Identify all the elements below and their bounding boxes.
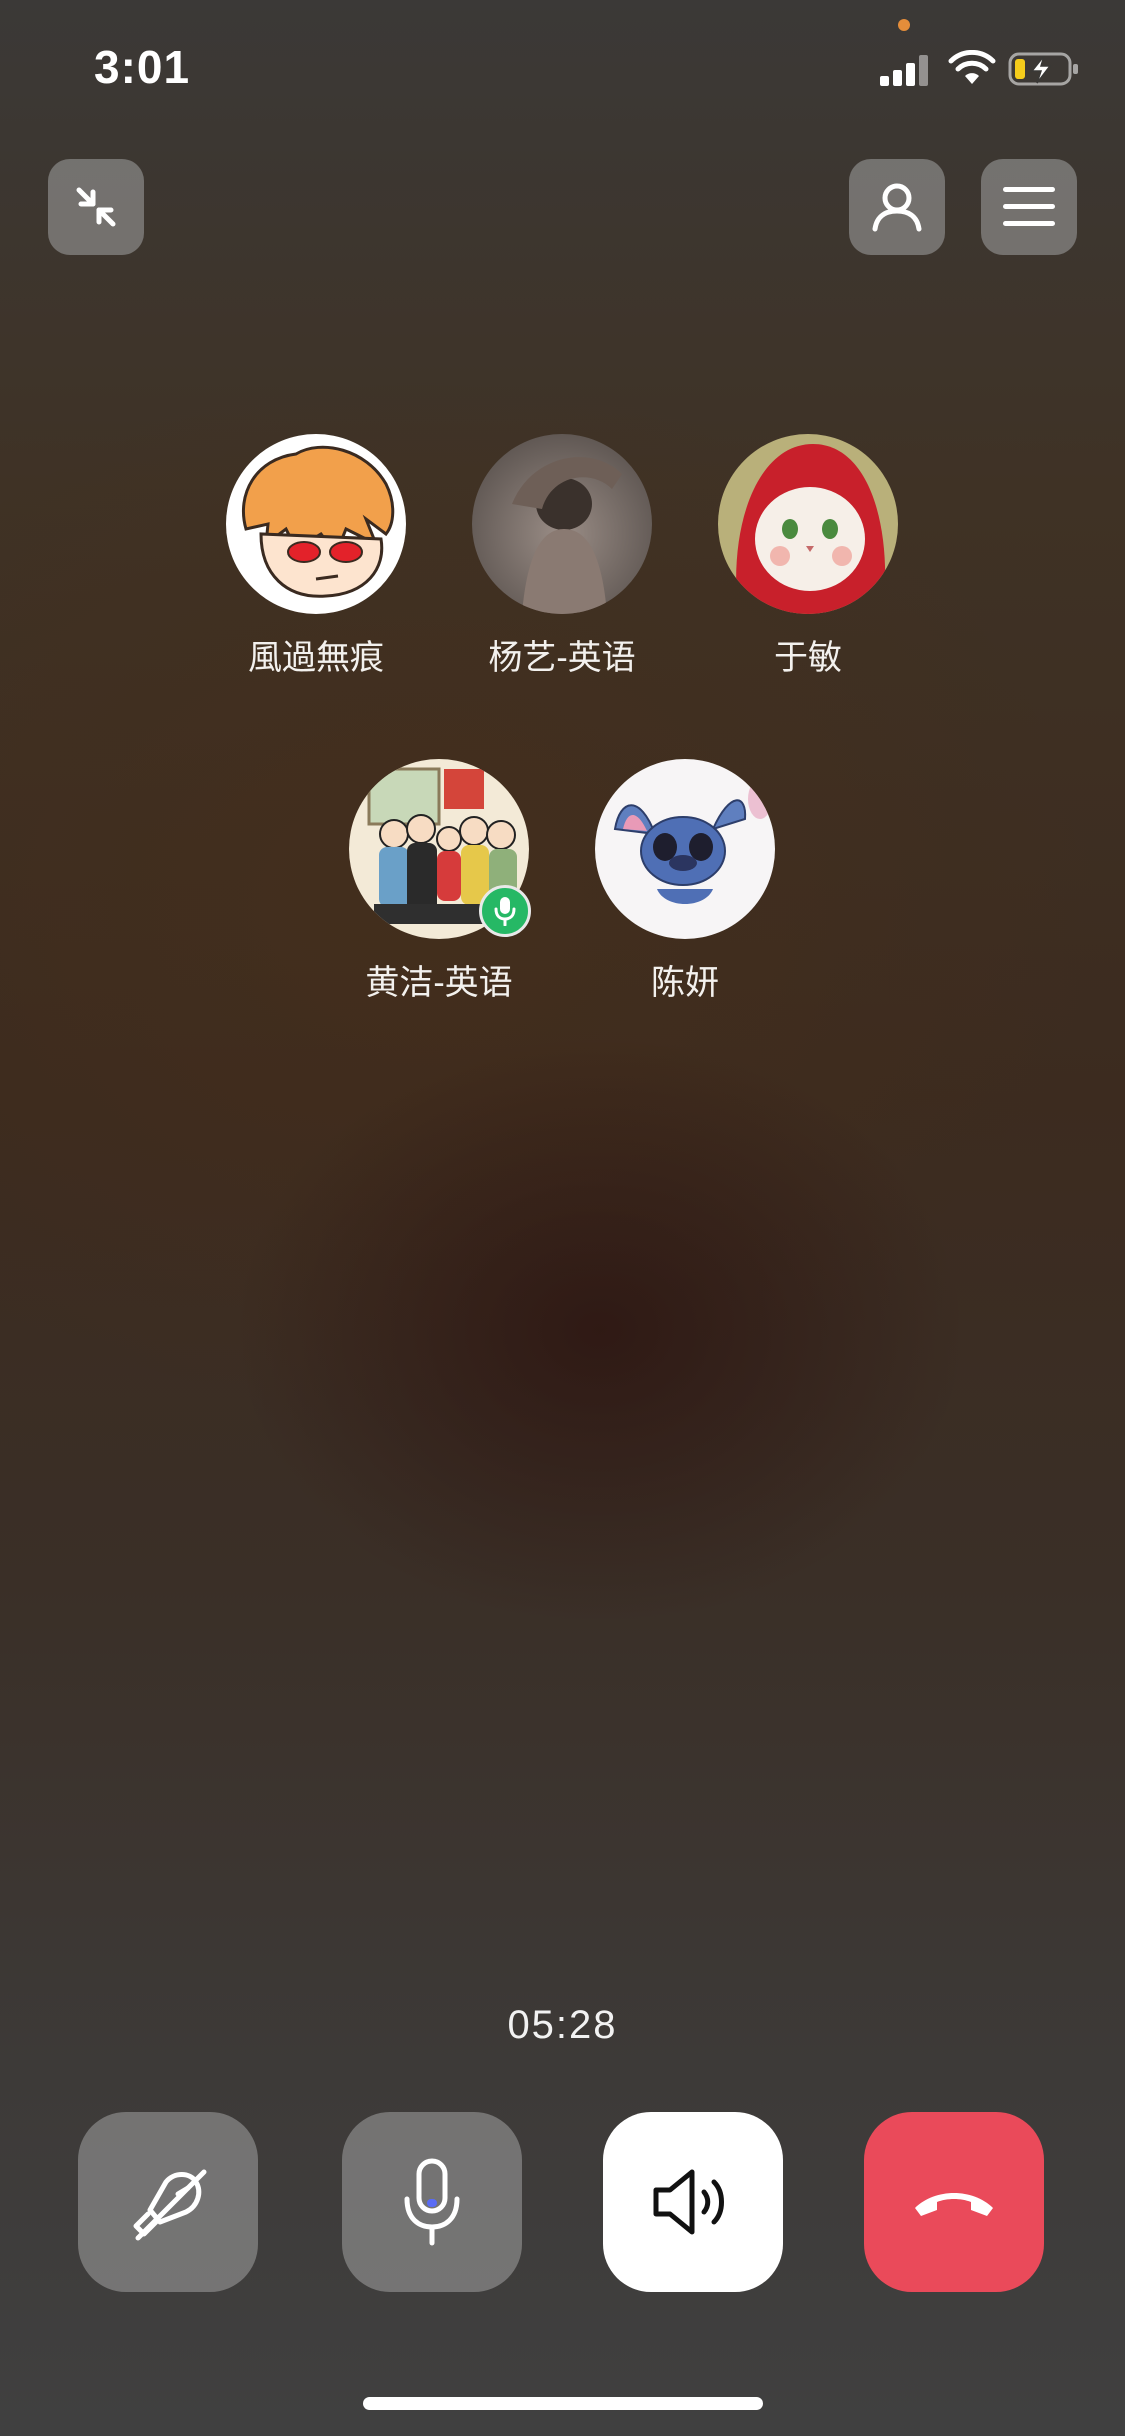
speaker-icon [653, 2169, 724, 2235]
cat-avatar [718, 434, 898, 614]
menu-button[interactable] [981, 159, 1077, 255]
status-bar: 3:01 [0, 0, 1125, 140]
participant-tile[interactable]: 陈妍 [562, 755, 808, 1004]
collapse-arrows-icon [76, 187, 116, 227]
person-icon [872, 183, 922, 232]
microphone-icon [494, 897, 516, 926]
participant-name: 杨艺-英语 [488, 639, 636, 677]
microphone-toggle-button[interactable] [342, 2112, 522, 2292]
photo-avatar [472, 434, 652, 614]
hamburger-menu-icon [1003, 187, 1055, 226]
camera-off-icon [133, 2169, 207, 2241]
cellular-signal-icon [880, 55, 928, 86]
participant-name: 陈妍 [651, 964, 719, 1002]
add-member-button[interactable] [849, 159, 945, 255]
participant-name: 黄洁-英语 [365, 964, 513, 1002]
home-indicator[interactable] [363, 2397, 763, 2410]
participant-tile[interactable]: 黄洁-英语 [316, 755, 562, 1004]
family-cartoon-avatar [349, 759, 531, 939]
battery-charging-icon [1008, 52, 1078, 86]
call-timer: 05:28 [507, 2003, 618, 2047]
wifi-icon [948, 50, 996, 84]
privacy-indicator-dot [898, 19, 910, 31]
participant-tile[interactable]: 風過無痕 [193, 430, 439, 679]
microphone-icon [404, 2158, 460, 2246]
participant-tile[interactable]: 于敏 [685, 430, 931, 679]
participant-tile[interactable]: 杨艺-英语 [439, 430, 685, 679]
participant-name: 風過無痕 [248, 639, 384, 677]
hang-up-button[interactable] [864, 2112, 1044, 2292]
stitch-avatar [595, 759, 775, 939]
speaking-indicator-badge [479, 885, 531, 937]
participant-name: 于敏 [774, 639, 842, 677]
hang-up-icon [915, 2193, 993, 2216]
minimize-call-button[interactable] [48, 159, 144, 255]
anime-character-avatar [226, 434, 406, 614]
speaker-toggle-button[interactable] [603, 2112, 783, 2292]
camera-toggle-button[interactable] [78, 2112, 258, 2292]
status-time: 3:01 [94, 41, 191, 93]
